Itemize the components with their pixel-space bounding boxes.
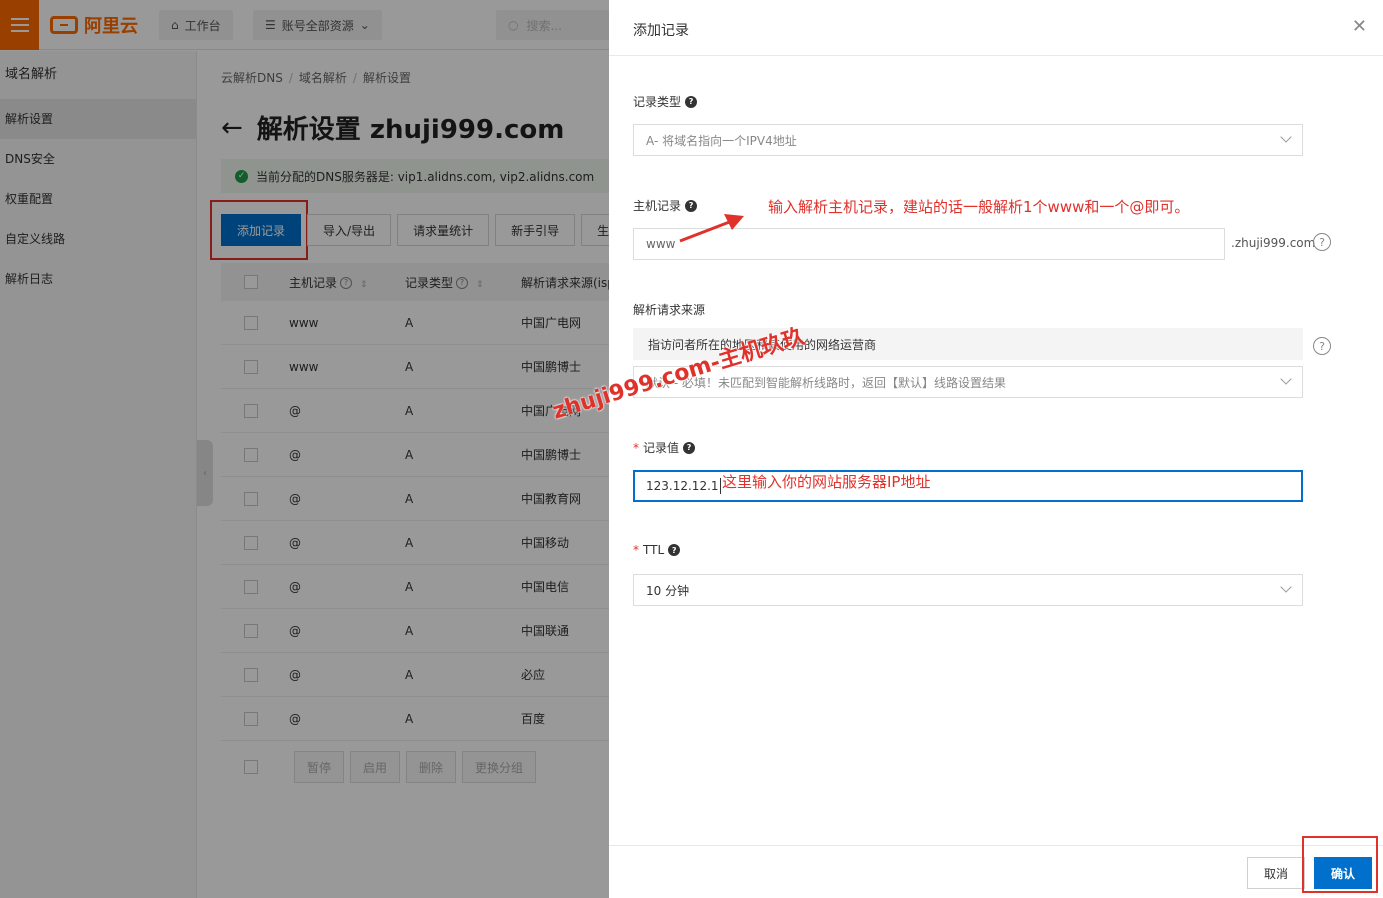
annotation-host-tip: 输入解析主机记录，建站的话一般解析1个www和一个@即可。 [768,198,1190,216]
record-value-text: 123.12.12.1 [646,479,719,493]
domain-suffix: .zhuji999.com [1231,236,1316,250]
question-circle-icon[interactable]: ? [1313,233,1331,251]
chevron-down-icon [1280,373,1292,385]
host-label-text: 主机记录 [633,199,682,213]
annotation-arrow-icon [679,214,744,243]
text-caret [719,478,721,494]
modal-overlay[interactable] [0,0,609,898]
help-icon[interactable]: ? [683,441,696,454]
source-label-text: 解析请求来源 [633,303,706,317]
ttl-value: 10 分钟 [646,583,690,598]
add-record-drawer: 添加记录 ✕ 记录类型 ? A- 将域名指向一个IPV4地址 主机记录 ? ww… [609,0,1383,898]
drawer-footer: 取消 确认 [609,836,1383,898]
help-icon[interactable]: ? [685,95,698,108]
chevron-down-icon [1280,581,1292,593]
required-mark: * [633,440,639,455]
drawer-title: 添加记录 [633,23,689,39]
chevron-down-icon [1280,131,1292,143]
record-type-label-text: 记录类型 [633,95,682,109]
close-icon[interactable]: ✕ [1352,16,1367,37]
ttl-label: * TTL ? [633,543,681,557]
source-label: 解析请求来源 [633,301,705,318]
annotation-value-tip: 这里输入你的网站服务器IP地址 [722,473,931,491]
cancel-button[interactable]: 取消 [1247,857,1305,889]
record-type-value: A- 将域名指向一个IPV4地址 [646,133,797,148]
host-value: www [646,237,676,251]
record-value-label-text: 记录值 [643,441,680,455]
help-icon[interactable]: ? [668,544,681,556]
required-mark: * [633,543,639,557]
drawer-header: 添加记录 ✕ [609,0,1383,56]
ttl-label-text: TTL [643,543,665,557]
record-value-label: * 记录值 ? [633,439,696,456]
ttl-select[interactable]: 10 分钟 [633,574,1303,606]
question-circle-icon[interactable]: ? [1313,337,1331,355]
record-type-label: 记录类型 ? [633,93,698,110]
record-type-select[interactable]: A- 将域名指向一个IPV4地址 [633,124,1303,156]
annotation-highlight-confirm [1302,836,1378,893]
